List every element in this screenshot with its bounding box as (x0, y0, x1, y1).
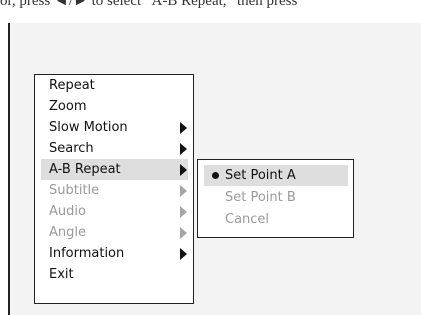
menu-item-information[interactable]: Information (41, 243, 188, 264)
submenu-arrow-icon (180, 143, 187, 155)
menu-item-subtitle: Subtitle (41, 180, 188, 201)
menu-item-audio: Audio (41, 201, 188, 222)
submenu-item-set-point-a[interactable]: Set Point A (204, 165, 348, 186)
menu-item-label: Exit (49, 267, 74, 282)
menu-item-label: Angle (49, 225, 86, 240)
submenu-item-set-point-b: Set Point B (204, 187, 348, 208)
main-menu: Repeat Zoom Slow Motion Search A-B Repea… (34, 74, 194, 304)
menu-item-a-b-repeat[interactable]: A-B Repeat (41, 159, 188, 180)
submenu-arrow-icon (180, 164, 187, 176)
bullet-icon (212, 172, 219, 179)
menu-item-angle: Angle (41, 222, 188, 243)
submenu-item-cancel: Cancel (204, 209, 348, 230)
menu-item-label: A-B Repeat (49, 162, 121, 177)
submenu-item-label: Set Point B (225, 190, 296, 205)
menu-item-repeat[interactable]: Repeat (41, 75, 188, 96)
menu-item-exit[interactable]: Exit (41, 264, 188, 285)
instruction-text: or, press ◄/► to select “A-B Repeat,” th… (0, 0, 298, 8)
menu-item-label: Subtitle (49, 183, 100, 198)
menu-item-search[interactable]: Search (41, 138, 188, 159)
submenu-arrow-icon (180, 122, 187, 134)
menu-item-label: Repeat (49, 78, 95, 93)
submenu-arrow-icon (180, 248, 187, 260)
menu-item-label: Zoom (49, 99, 87, 114)
menu-item-slow-motion[interactable]: Slow Motion (41, 117, 188, 138)
submenu-item-label: Cancel (225, 212, 270, 227)
a-b-repeat-submenu: Set Point A Set Point B Cancel (197, 159, 354, 238)
menu-item-label: Search (49, 141, 94, 156)
submenu-arrow-icon (180, 227, 187, 239)
menu-item-label: Slow Motion (49, 120, 128, 135)
menu-item-zoom[interactable]: Zoom (41, 96, 188, 117)
submenu-arrow-icon (180, 206, 187, 218)
submenu-item-label: Set Point A (225, 168, 296, 183)
submenu-arrow-icon (180, 185, 187, 197)
menu-item-label: Audio (49, 204, 86, 219)
menu-item-label: Information (49, 246, 125, 261)
